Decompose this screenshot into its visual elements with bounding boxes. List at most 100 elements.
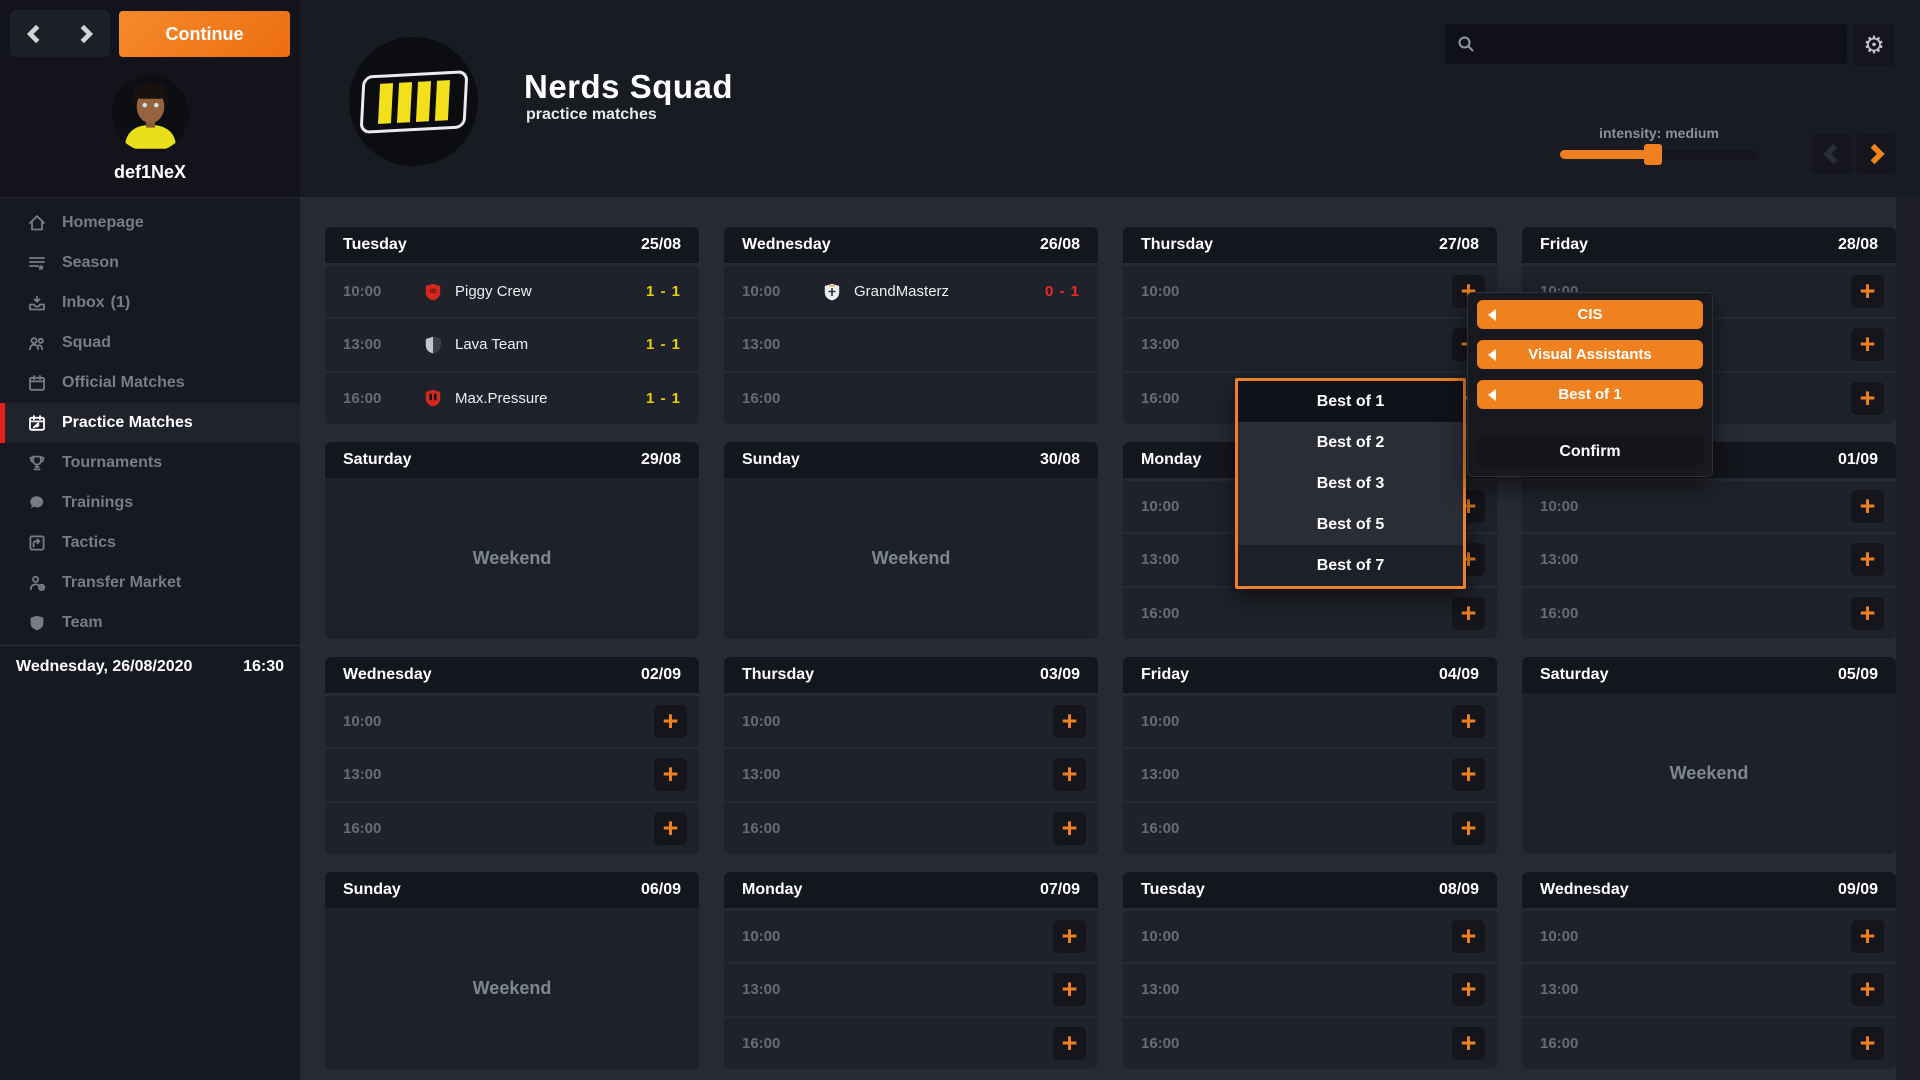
add-match-button[interactable]: + [1452,705,1485,738]
add-match-button[interactable]: + [1452,597,1485,630]
sidebar-item-transfer-market[interactable]: Transfer Market [0,563,300,603]
day-label: Friday [1540,236,1588,254]
current-date: Wednesday, 26/08/2020 [16,658,192,676]
day-card: Wednesday26/0810:00GrandMasterz0 - 113:0… [724,227,1098,424]
match-slot-row: 13:00+ [325,749,699,800]
forward-icon[interactable] [74,23,96,45]
add-match-button[interactable]: + [1851,1027,1884,1060]
calendar-icon [27,373,47,393]
weekend-label: Weekend [325,908,699,1069]
add-match-button[interactable]: + [1851,920,1884,953]
time-label: 13:00 [1141,336,1199,353]
date-label: 08/09 [1439,881,1479,899]
time-label: 16:00 [1540,1035,1598,1052]
date-label: 02/09 [641,666,681,684]
region-button[interactable]: CIS [1477,300,1703,329]
sidebar-item-label: Official Matches [62,374,185,392]
sidebar-item-label: Tactics [62,534,116,552]
add-match-button[interactable]: + [1452,973,1485,1006]
add-match-button[interactable]: + [1851,973,1884,1006]
time-label: 16:00 [1141,1035,1199,1052]
time-label: 10:00 [742,713,800,730]
gear-icon[interactable]: ⚙ [1853,24,1895,66]
next-week-button[interactable] [1856,134,1896,174]
add-match-button[interactable]: + [1053,705,1086,738]
best-of-option[interactable]: Best of 2 [1238,422,1463,463]
team-logo [349,37,478,166]
search-input[interactable] [1483,23,1847,65]
team-logo-plate [359,70,468,134]
sidebar-item-tactics[interactable]: Tactics [0,523,300,563]
add-match-button[interactable]: + [1053,758,1086,791]
team-name: Piggy Crew [455,283,532,300]
best-of-option[interactable]: Best of 1 [1238,381,1463,422]
match-slot-row: 10:00 + [325,696,699,747]
sidebar-item-season[interactable]: Season [0,243,300,283]
time-label: 10:00 [1141,498,1199,515]
match-slot-row: 10:00+ [1123,266,1497,317]
sidebar-item-squad[interactable]: Squad [0,323,300,363]
sidebar-item-tournaments[interactable]: Tournaments [0,443,300,483]
card-header: Monday07/09 [724,872,1098,908]
best-of-option[interactable]: Best of 3 [1238,463,1463,504]
add-match-button[interactable]: + [654,758,687,791]
card-body: 10:00+13:00+16:00+ [1123,911,1497,1069]
prev-week-button[interactable] [1812,134,1852,174]
match-slot-row: 13:00+ [1123,319,1497,370]
page-title: Nerds Squad [524,68,733,106]
intensity-thumb[interactable] [1644,144,1662,165]
day-card: Wednesday02/0910:00+13:00+16:00+ [325,657,699,854]
format-button[interactable]: Best of 1 [1477,380,1703,409]
match-slot-row: 16:00+ [325,803,699,854]
piggy-crew-crest [425,283,441,301]
region-label: CIS [1577,306,1602,323]
match-slot-row: 10:00 + [724,696,1098,747]
day-label: Wednesday [1540,881,1629,899]
opponent-button[interactable]: Visual Assistants [1477,340,1703,369]
add-match-button[interactable]: + [654,705,687,738]
add-match-button[interactable]: + [1452,812,1485,845]
add-match-button[interactable]: + [1452,1027,1485,1060]
intensity-slider[interactable] [1560,150,1758,159]
sidebar-item-inbox[interactable]: Inbox(1) [0,283,300,323]
team-shield-icon [27,613,47,633]
sidebar-item-practice-matches[interactable]: Practice Matches [0,403,300,443]
add-match-button[interactable]: + [1053,1027,1086,1060]
day-card: Tuesday25/0810:00Piggy Crew1 - 113:00Lav… [325,227,699,424]
day-label: Thursday [742,666,814,684]
time-label: 16:00 [1141,820,1199,837]
sidebar-item-official-matches[interactable]: Official Matches [0,363,300,403]
add-match-button[interactable]: + [1452,920,1485,953]
add-match-button[interactable]: + [1452,758,1485,791]
time-label: 10:00 [343,713,401,730]
add-match-button[interactable]: + [1053,973,1086,1006]
add-match-button[interactable]: + [1053,920,1086,953]
score-label: 1 - 1 [646,336,681,353]
sidebar-item-team[interactable]: Team [0,603,300,643]
add-match-button[interactable]: + [1851,543,1884,576]
match-slot-row: 16:00+ [1123,588,1497,639]
card-body: 10:00+13:00+16:00+ [1123,696,1497,854]
add-match-button[interactable]: + [1851,382,1884,415]
add-match-button[interactable]: + [1851,597,1884,630]
add-match-button[interactable]: + [1053,812,1086,845]
day-label: Wednesday [742,236,831,254]
add-match-button[interactable]: + [1851,490,1884,523]
confirm-button[interactable]: Confirm [1477,437,1703,466]
back-icon[interactable] [24,23,46,45]
card-body: 10:00Piggy Crew1 - 113:00Lava Team1 - 11… [325,266,699,424]
card-header: Wednesday26/08 [724,227,1098,263]
date-label: 30/08 [1040,451,1080,469]
sidebar-item-homepage[interactable]: Homepage [0,203,300,243]
match-slot-row: 10:00GrandMasterz0 - 1 [724,266,1098,317]
add-match-button[interactable]: + [1851,275,1884,308]
day-label: Monday [1141,451,1201,469]
card-body: 10:00 +13:00+16:00+ [325,696,699,854]
best-of-option[interactable]: Best of 7 [1238,545,1463,586]
continue-button[interactable]: Continue [119,11,290,57]
sidebar-item-trainings[interactable]: Trainings [0,483,300,523]
add-match-button[interactable]: + [1851,328,1884,361]
best-of-option[interactable]: Best of 5 [1238,504,1463,545]
sidebar: def1NeX HomepageSeasonInbox(1)SquadOffic… [0,0,300,1080]
add-match-button[interactable]: + [654,812,687,845]
